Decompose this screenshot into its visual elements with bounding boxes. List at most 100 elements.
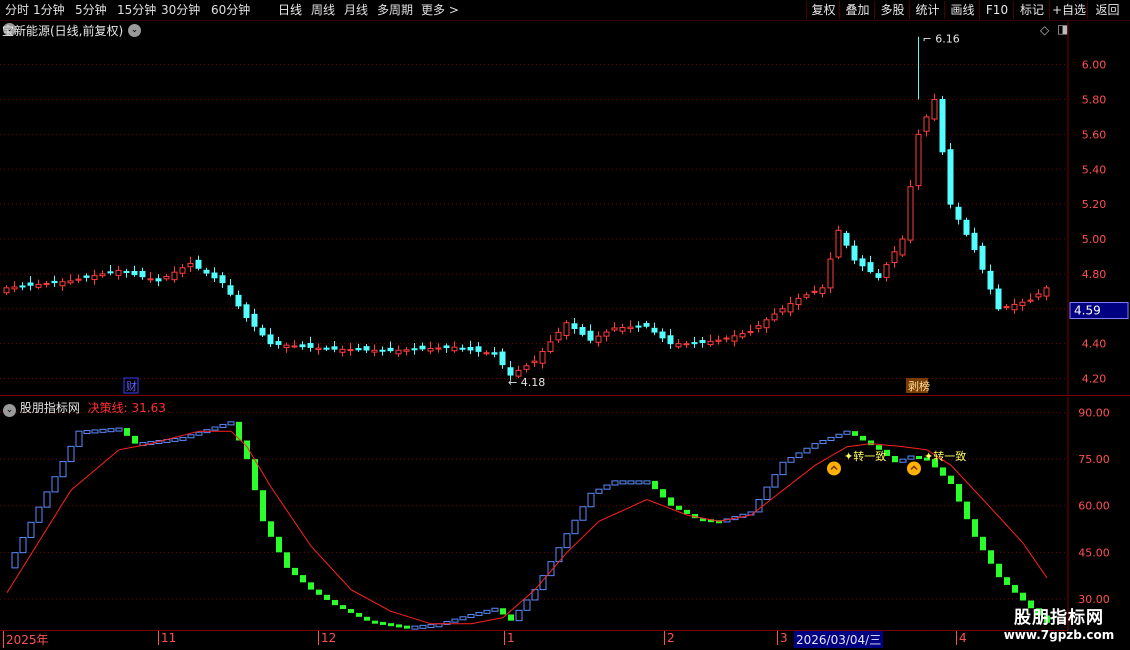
toolbar-button-2[interactable]: 多股 — [874, 1, 910, 19]
indicator-bar-down — [956, 483, 962, 502]
period-tab-3[interactable]: 15分钟 — [117, 2, 156, 18]
indicator-bar-up — [579, 506, 587, 521]
indicator-bar-down — [340, 605, 346, 610]
price-tick-label: 6.00 — [1082, 59, 1107, 72]
indicator-bar-down — [508, 614, 514, 621]
signal-annotation: ✦转一致 — [924, 449, 966, 463]
decision-line — [6, 430, 1048, 625]
indicator-bar-up — [99, 428, 107, 433]
indicator-bar-up — [795, 452, 803, 459]
indicator-bar-down — [316, 589, 322, 595]
toolbar-button-4[interactable]: 画线 — [944, 1, 980, 19]
candle-body — [483, 352, 490, 355]
indicator-bar-up — [843, 430, 851, 435]
period-tab-10[interactable]: 更多 > — [421, 2, 459, 18]
candle-body — [987, 270, 994, 290]
indicator-chart: 90.0075.0060.0045.0030.00✦转一致 ✦转一致 — [0, 397, 1110, 630]
price-tick-label: 4.20 — [1082, 373, 1107, 386]
candle-body — [395, 349, 402, 355]
decision-line-label: 决策线: — [87, 401, 128, 415]
toolbar-button-0[interactable]: 复权 — [806, 1, 840, 19]
candle-body — [355, 348, 362, 351]
period-tab-5[interactable]: 60分钟 — [211, 2, 250, 18]
indicator-bar-up — [771, 474, 779, 488]
candle-body — [691, 342, 698, 345]
candle-body — [339, 348, 346, 353]
candle-body — [667, 335, 674, 345]
toolbar-button-5[interactable]: F10 — [979, 1, 1014, 19]
toolbar-button-8[interactable]: 返回 — [1087, 1, 1127, 19]
ind-tick-label: 60.00 — [1078, 500, 1110, 513]
candle-body — [899, 238, 906, 256]
candle-body — [403, 349, 410, 352]
watermark-url: www.7gpzb.com — [1003, 628, 1115, 642]
title-dropdown-icon[interactable]: ⌄ — [128, 21, 141, 37]
candle-body — [1035, 293, 1042, 298]
indicator-bar-up — [59, 461, 67, 478]
toolbar-button-3[interactable]: 统计 — [909, 1, 945, 19]
indicator-bar-down — [660, 489, 666, 498]
candle-body — [1019, 301, 1026, 306]
indicator-bar-up — [19, 536, 27, 554]
indicator-bar-down — [988, 550, 994, 564]
indicator-bar-down — [676, 505, 682, 510]
toolbar-button-6[interactable]: 标记 — [1013, 1, 1050, 19]
indicator-bar-up — [627, 480, 635, 485]
indicator-bar-up — [171, 437, 179, 442]
diamond-icon[interactable]: ◇ — [1040, 23, 1049, 37]
collapse-icon[interactable]: ⌄ — [3, 404, 16, 417]
candle-body — [171, 271, 178, 281]
period-tab-8[interactable]: 月线 — [344, 2, 368, 18]
period-tab-4[interactable]: 30分钟 — [161, 2, 200, 18]
indicator-bar-up — [475, 611, 483, 616]
indicator-bar-up — [603, 484, 611, 490]
candle-body — [211, 272, 218, 279]
period-tab-7[interactable]: 周线 — [311, 2, 335, 18]
watermark-title: 股朋指标网 — [1014, 608, 1104, 628]
indicator-bar-up — [107, 428, 115, 433]
candle-body — [811, 290, 818, 293]
period-tab-1[interactable]: 1分钟 — [33, 2, 65, 18]
indicator-bar-up — [563, 533, 571, 549]
indicator-bar-up — [763, 486, 771, 501]
indicator-bar-up — [835, 433, 843, 438]
indicator-bar-down — [980, 536, 986, 551]
candle-body — [611, 327, 618, 331]
indicator-bars — [11, 421, 1050, 630]
candle-body — [931, 98, 938, 120]
candle-body — [939, 98, 946, 153]
indicator-pane: 90.00 75.00 60.00 45.00 30.00 ✦转一致 ✦转一致 ⌄ 股朋指标… — [0, 397, 1130, 630]
indicator-bar-up — [179, 436, 187, 441]
candle-body — [131, 270, 138, 276]
indicator-bar-up — [611, 480, 619, 486]
indicator-bar-down — [868, 440, 874, 446]
candle-body — [427, 347, 434, 352]
marker-cai: 财 — [126, 379, 137, 393]
candle-body — [371, 349, 378, 353]
indicator-bar-up — [571, 519, 579, 535]
candle-body — [995, 288, 1002, 310]
indicator-bar-up — [459, 616, 467, 621]
candle-body — [539, 351, 546, 364]
period-tab-2[interactable]: 5分钟 — [75, 2, 107, 18]
price-chart: 6.005.805.605.405.205.004.804.604.404.20… — [0, 21, 1130, 396]
toolbar-button-7[interactable]: +自选 — [1049, 1, 1088, 19]
period-tab-6[interactable]: 日线 — [278, 2, 302, 18]
candle-body — [883, 264, 890, 278]
period-tab-0[interactable]: 分时 — [5, 2, 29, 18]
indicator-bar-down — [684, 509, 690, 515]
price-tick-label: 4.40 — [1082, 338, 1107, 351]
period-tab-9[interactable]: 多周期 — [377, 2, 413, 18]
date-label-4: 2 — [664, 631, 675, 645]
candle-body — [1011, 303, 1018, 311]
candle-body — [35, 283, 42, 288]
candle-body — [675, 343, 682, 348]
indicator-bar-down — [404, 625, 410, 629]
candle-body — [139, 270, 146, 278]
indicator-bar-up — [11, 552, 19, 569]
ind-tick-label: 75.00 — [1078, 453, 1110, 466]
toolbar-button-1[interactable]: 叠加 — [839, 1, 875, 19]
panel-toggle-icon[interactable]: ◨ — [1057, 22, 1068, 36]
candle-body — [867, 262, 874, 273]
indicator-bar-up — [787, 457, 795, 463]
